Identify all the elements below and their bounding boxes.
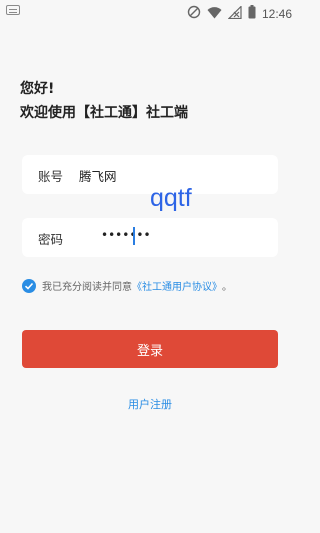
- greeting-welcome: 欢迎使用【社工通】社工端: [20, 105, 188, 121]
- keyboard-icon: [6, 5, 20, 15]
- status-time: 12:46: [261, 6, 292, 21]
- text-cursor: [133, 227, 135, 245]
- check-icon: [24, 282, 34, 290]
- agreement-suffix: 。: [222, 282, 232, 293]
- password-field[interactable]: 密码 •••••••: [22, 218, 278, 257]
- user-agreement-link[interactable]: 《社工通用户协议》: [132, 278, 222, 293]
- status-bar: 12:46: [0, 0, 300, 24]
- login-button-label: 登录: [136, 343, 163, 359]
- agreement-text: 我已充分阅读并同意: [42, 282, 132, 293]
- wifi-icon: [207, 4, 222, 23]
- status-icons: 12:46: [187, 4, 292, 23]
- keyboard-status: [6, 5, 20, 15]
- agreement-row: 我已充分阅读并同意 《社工通用户协议》 。: [22, 278, 232, 293]
- cellular-off-icon: [227, 4, 242, 23]
- register-link[interactable]: 用户注册: [0, 396, 300, 412]
- greeting-hello: 您好!: [20, 81, 55, 97]
- greeting: 您好! 欢迎使用【社工通】社工端: [20, 77, 188, 125]
- signal-off-icon: [187, 4, 201, 23]
- account-input-value[interactable]: 腾飞网: [79, 166, 117, 185]
- account-label: 账号: [38, 169, 64, 184]
- password-label: 密码: [38, 232, 64, 247]
- password-input-value[interactable]: •••••••: [101, 228, 151, 242]
- watermark-text: qqtf: [150, 184, 192, 212]
- battery-icon: [248, 4, 256, 23]
- agreement-checkbox[interactable]: [22, 278, 36, 293]
- login-button[interactable]: 登录: [22, 330, 278, 368]
